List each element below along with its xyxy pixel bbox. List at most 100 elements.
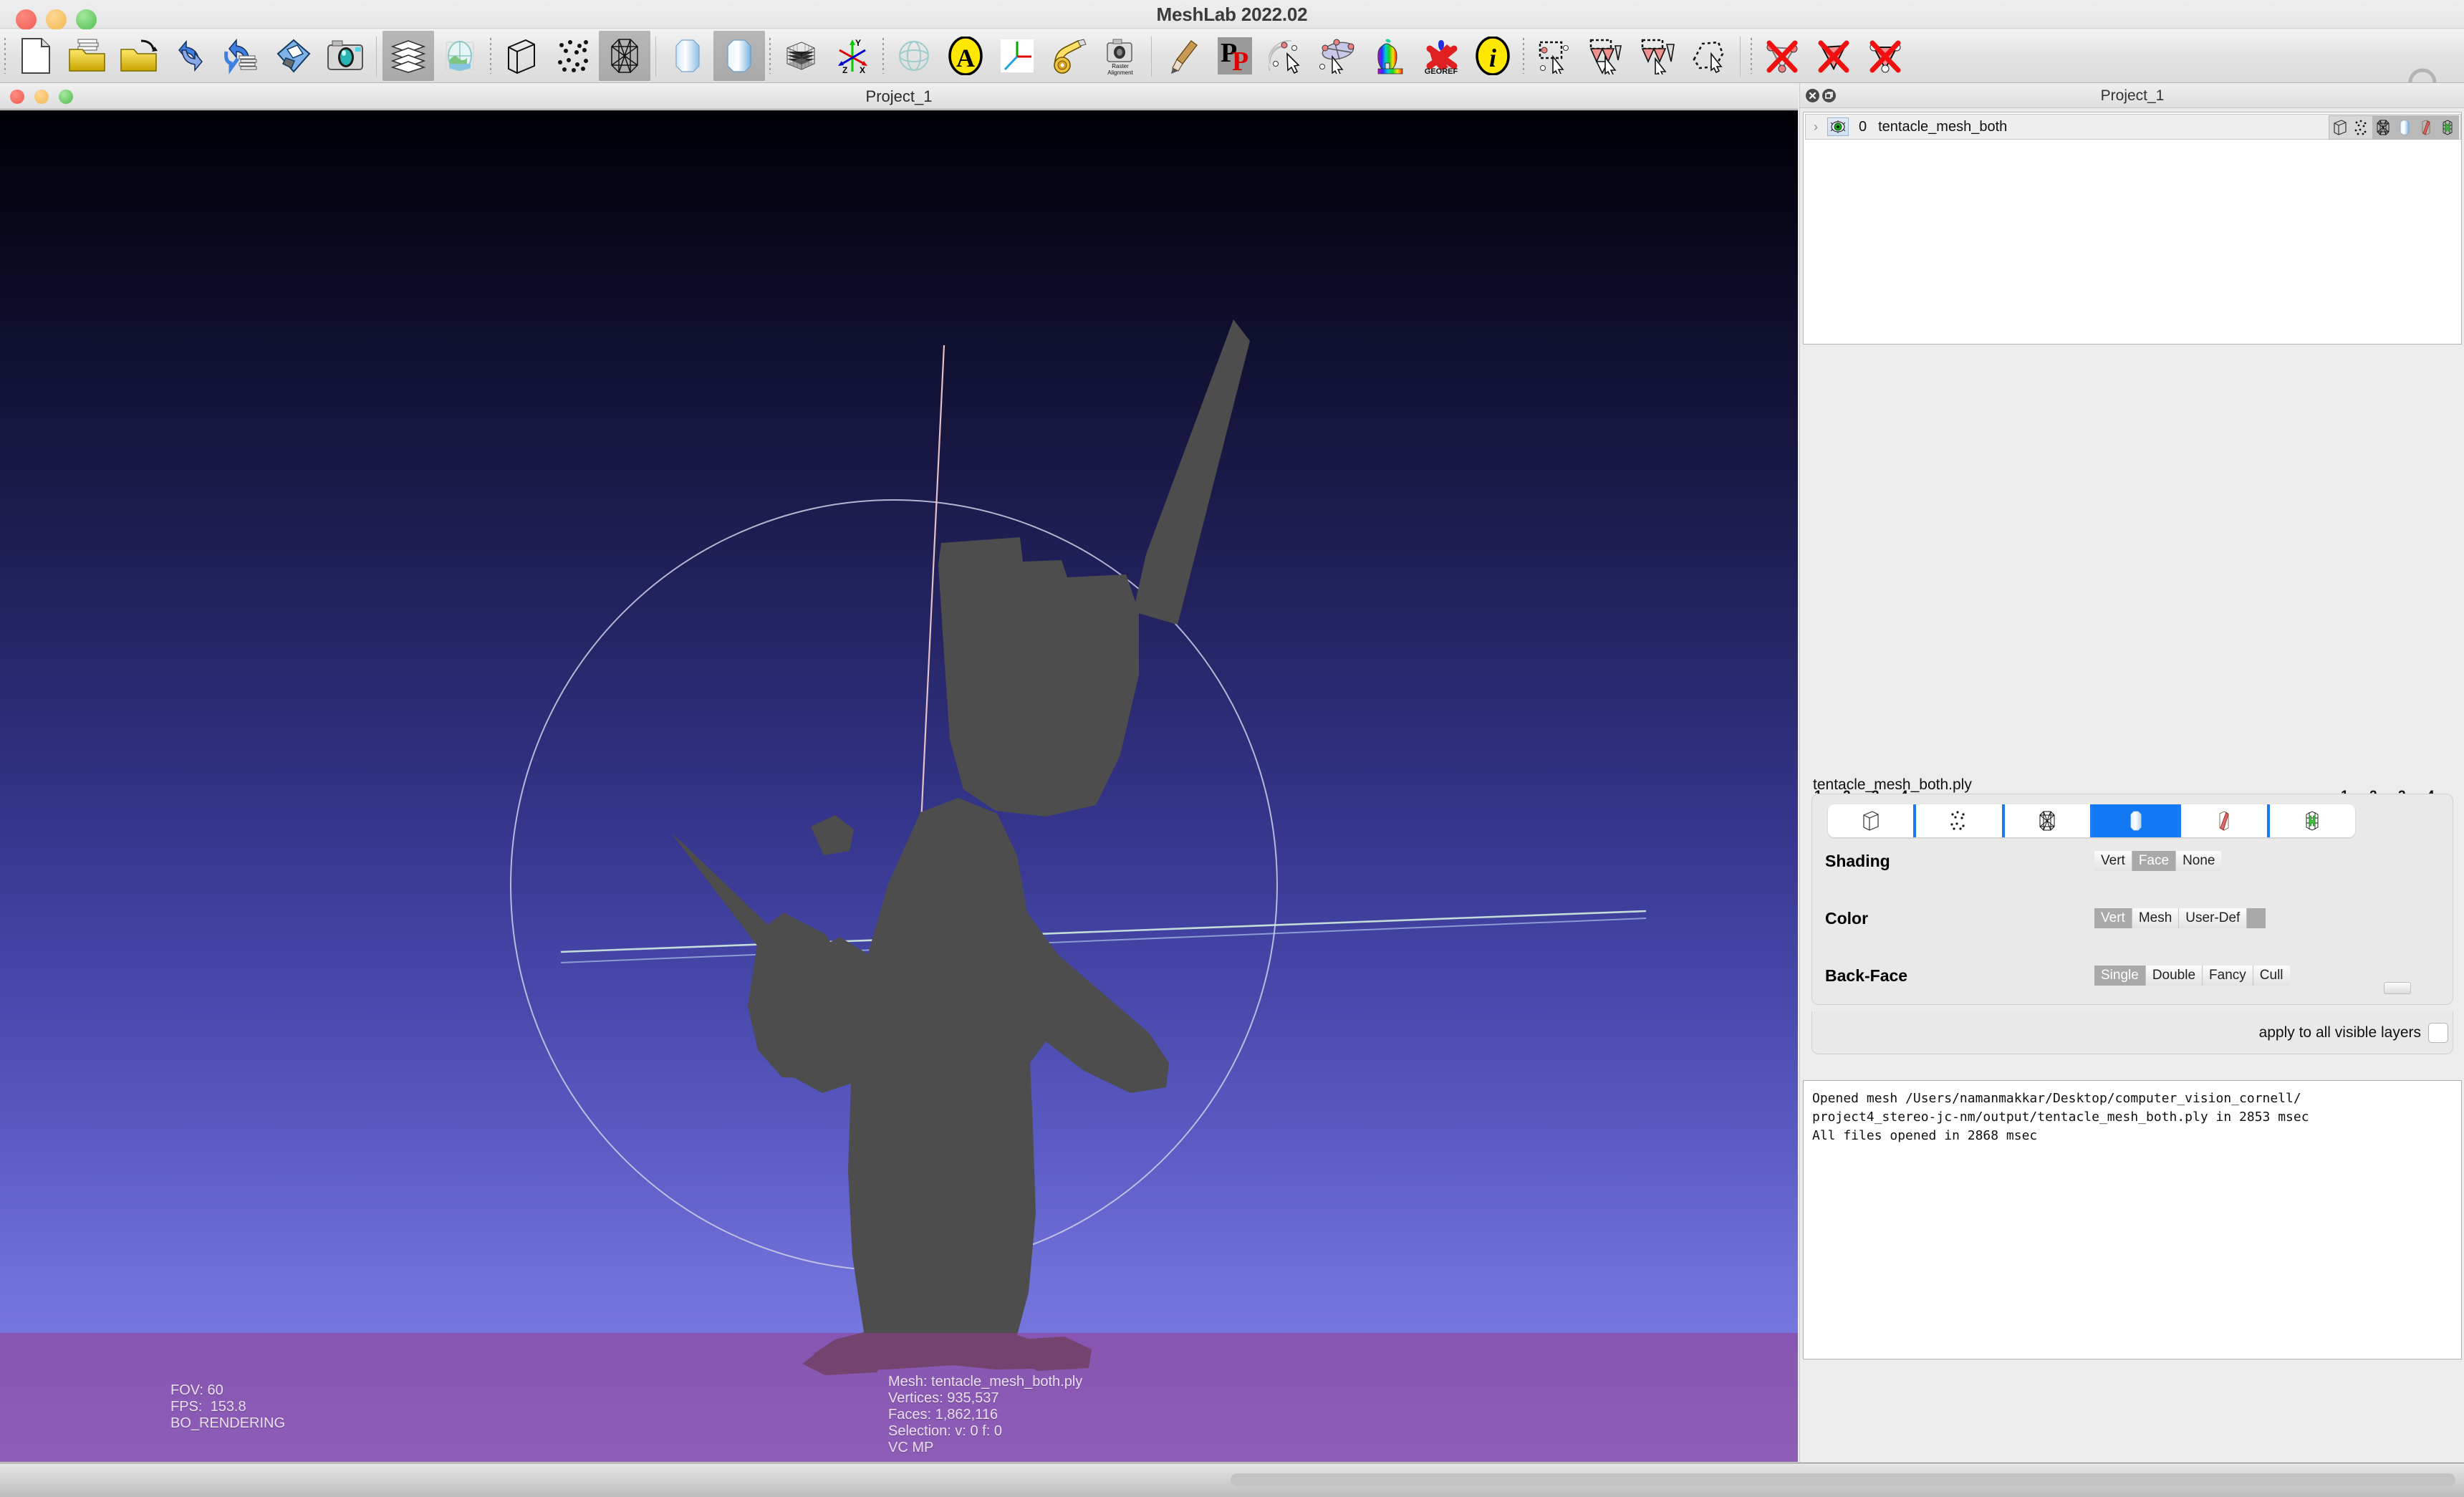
apply-to-all-checkbox[interactable] <box>2428 1022 2448 1043</box>
seg-bbox-icon[interactable] <box>1828 804 1914 837</box>
bbox-icon[interactable] <box>496 31 547 81</box>
delete-all-icon[interactable] <box>1859 31 1911 81</box>
gl-viewport[interactable]: FOV: 60 FPS: 153.8 BO_RENDERING Mesh: te… <box>0 110 1798 1462</box>
chevron-right-icon[interactable]: › <box>1806 120 1826 135</box>
svg-text:Alignment: Alignment <box>1107 69 1133 76</box>
backface-label: Back-Face <box>1825 966 1908 985</box>
color-button-group[interactable]: Vert Mesh User-Def <box>2094 908 2266 928</box>
seg-wireframe-icon[interactable] <box>2004 804 2090 837</box>
open-project-icon[interactable] <box>62 31 113 81</box>
georef-icon[interactable]: GEOREF <box>1415 31 1467 81</box>
color-swatch-button[interactable] <box>2247 908 2266 928</box>
trackball-axis-horizontal <box>560 910 1647 953</box>
view-titlebar: Project_1 <box>0 83 1798 110</box>
snapshot-icon[interactable] <box>319 31 371 81</box>
render-options-box: Shading Vert Face None Color Vert Mesh U… <box>1811 794 2453 1005</box>
get-info-icon[interactable]: i <box>1467 31 1519 81</box>
apply-to-all-row: apply to all visible layers <box>1811 1011 2453 1054</box>
seg-flat-lines-icon[interactable] <box>2181 804 2267 837</box>
measuring-tape-icon[interactable] <box>1043 31 1094 81</box>
toolbar-separator <box>878 34 888 78</box>
shading-label: Shading <box>1825 852 1890 870</box>
backface-double-button[interactable]: Double <box>2145 966 2203 986</box>
layer-dialog-title: Project_1 <box>2100 87 2165 104</box>
backface-single-button[interactable]: Single <box>2094 966 2146 986</box>
backface-cull-button[interactable]: Cull <box>2253 966 2290 986</box>
eye-icon[interactable] <box>1827 117 1849 136</box>
show-axis-icon[interactable]: Y Z X <box>827 31 878 81</box>
view-window-title: Project_1 <box>865 87 933 105</box>
import-mesh-icon[interactable] <box>113 31 165 81</box>
toolbar-separator <box>1746 34 1756 78</box>
svg-text:GEOREF: GEOREF <box>1425 67 1458 74</box>
svg-text:Raster: Raster <box>1112 63 1129 69</box>
points-icon[interactable] <box>2351 116 2372 139</box>
quality-mapper-icon[interactable] <box>1364 31 1415 81</box>
layer-index: 0 <box>1859 118 1867 135</box>
smooth-icon[interactable] <box>713 31 765 81</box>
backface-button-group[interactable]: Single Double Fancy Cull <box>2094 966 2290 986</box>
shading-none-button[interactable]: None <box>2176 851 2222 871</box>
seg-smooth-icon[interactable] <box>2092 804 2179 837</box>
layer-render-mode-icons[interactable] <box>2329 115 2459 140</box>
select-vertices-icon[interactable] <box>1529 31 1580 81</box>
app-titlebar: MeshLab 2022.02 <box>0 0 2464 30</box>
svg-text:i: i <box>1489 44 1496 72</box>
layer-list[interactable]: › 0 tentacle_mesh_both <box>1803 112 2462 345</box>
delete-vertices-icon[interactable] <box>1756 31 1808 81</box>
toolbar-separator <box>765 34 775 78</box>
shading-vert-button[interactable]: Vert <box>2094 851 2132 871</box>
text-toggle-icon[interactable]: A <box>940 31 991 81</box>
save-mesh-icon[interactable] <box>268 31 319 81</box>
horizontal-scrollbar[interactable] <box>1231 1473 2455 1486</box>
light-axes-icon[interactable] <box>991 31 1043 81</box>
shading-button-group[interactable]: Vert Face None <box>2094 851 2222 871</box>
flat-lines-icon[interactable] <box>662 31 713 81</box>
select-connected-icon[interactable] <box>1632 31 1683 81</box>
show-layers-icon[interactable] <box>382 31 434 81</box>
toolbar-separator <box>650 34 662 78</box>
flat-lines-icon[interactable] <box>2415 116 2437 139</box>
render-mode-segmented-control[interactable] <box>1828 804 2355 837</box>
toolbar-separator <box>1519 34 1529 78</box>
backface-fancy-button[interactable]: Fancy <box>2203 966 2253 986</box>
extra-option-button[interactable] <box>2384 982 2411 994</box>
seg-face-color-icon[interactable] <box>2269 804 2355 837</box>
color-vert-button[interactable]: Vert <box>2094 908 2132 928</box>
pdf-export-icon[interactable]: P P <box>1209 31 1261 81</box>
raster-alignment-icon[interactable]: Raster Alignment <box>1094 31 1146 81</box>
svg-text:Y: Y <box>855 38 861 48</box>
paint-brush-icon[interactable] <box>1158 31 1209 81</box>
new-project-icon[interactable] <box>10 31 62 81</box>
svg-text:A: A <box>956 44 975 72</box>
shading-face-button[interactable]: Face <box>2132 851 2177 871</box>
delete-faces-icon[interactable] <box>1808 31 1859 81</box>
reload-icon[interactable] <box>165 31 216 81</box>
face-color-icon[interactable] <box>2437 116 2458 139</box>
viewport-status-mesh: Mesh: tentacle_mesh_both.ply Vertices: 9… <box>888 1374 1083 1455</box>
seg-points-icon[interactable] <box>1916 804 2002 837</box>
layer-row[interactable]: › 0 tentacle_mesh_both <box>1805 114 2461 140</box>
show-raster-icon[interactable] <box>434 31 486 81</box>
edit-points-icon[interactable] <box>1312 31 1364 81</box>
smooth-icon[interactable] <box>2394 116 2415 139</box>
points-icon[interactable] <box>547 31 599 81</box>
trackball-axis-horizontal-2 <box>560 918 1647 963</box>
wireframe-icon[interactable] <box>599 31 650 81</box>
show-grid-icon[interactable] <box>775 31 827 81</box>
log-text: Opened mesh /Users/namanmakkar/Desktop/c… <box>1812 1091 2309 1143</box>
pick-points-icon[interactable] <box>1261 31 1312 81</box>
toolbar-drag-handle[interactable] <box>0 34 10 78</box>
project-view-window: Project_1 FOV: 60 FPS: 153.8 BO_RENDERIN… <box>0 83 1798 1462</box>
bbox-icon[interactable] <box>2329 116 2351 139</box>
select-lasso-icon[interactable] <box>1683 31 1735 81</box>
select-faces-icon[interactable] <box>1580 31 1632 81</box>
color-userdef-button[interactable]: User-Def <box>2179 908 2248 928</box>
reload-all-icon[interactable] <box>216 31 268 81</box>
log-panel[interactable]: Opened mesh /Users/namanmakkar/Desktop/c… <box>1803 1080 2462 1359</box>
apply-to-all-label: apply to all visible layers <box>2258 1024 2421 1041</box>
bottom-bar <box>0 1463 2464 1497</box>
trackball-icon[interactable] <box>888 31 940 81</box>
wireframe-icon[interactable] <box>2372 116 2394 139</box>
color-mesh-button[interactable]: Mesh <box>2132 908 2180 928</box>
